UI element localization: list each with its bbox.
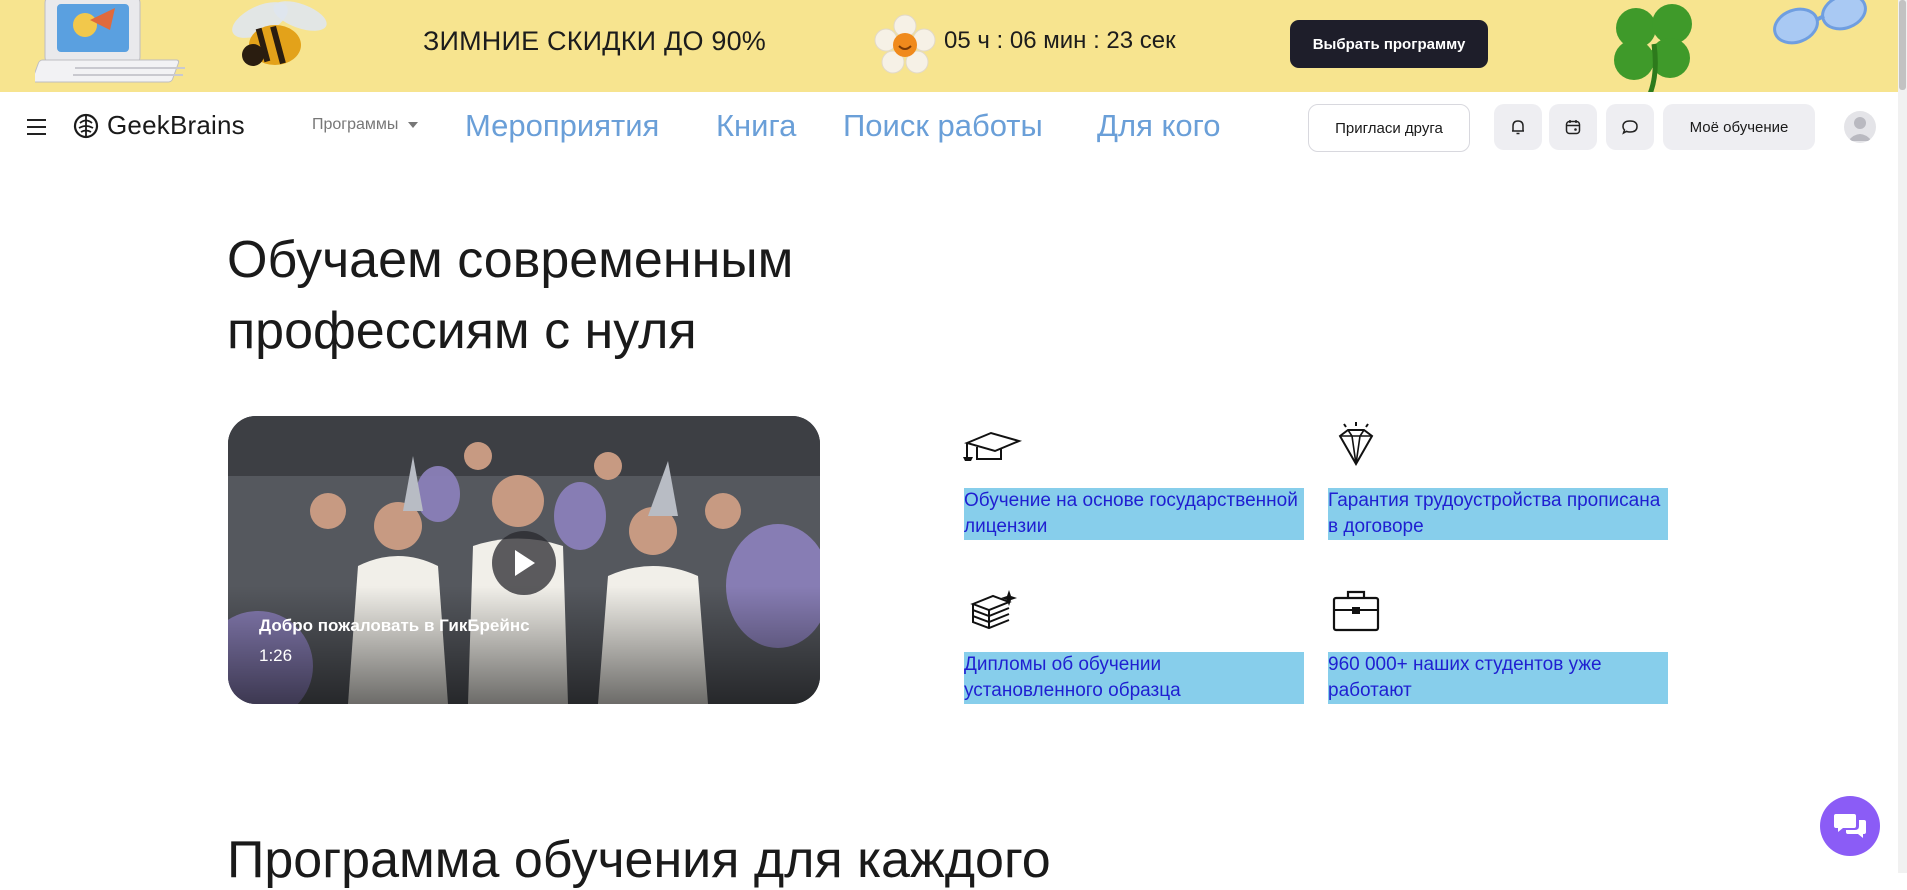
choose-program-button[interactable]: Выбрать программу xyxy=(1290,20,1488,68)
messages-button[interactable] xyxy=(1606,104,1654,150)
menu-icon[interactable] xyxy=(27,119,46,135)
chat-bubble-icon xyxy=(1622,120,1638,135)
main-nav: GeekBrains Программы Мероприятия Книга П… xyxy=(0,92,1898,162)
user-avatar-icon xyxy=(1848,117,1872,141)
avatar[interactable] xyxy=(1844,111,1876,143)
nav-link-job-search[interactable]: Поиск работы xyxy=(843,108,1043,144)
flower-icon xyxy=(874,14,936,74)
retro-computer-illustration xyxy=(35,0,185,83)
calendar-icon xyxy=(1565,120,1581,135)
nav-link-events[interactable]: Мероприятия xyxy=(465,108,659,144)
diploma-stack-icon xyxy=(970,590,1017,630)
page-title-line-1: Обучаем современным xyxy=(227,231,794,289)
invite-friend-button[interactable]: Пригласи друга xyxy=(1308,104,1470,152)
bee-illustration xyxy=(232,1,327,66)
video-duration: 1:26 xyxy=(259,646,293,665)
welcome-video-card[interactable]: Добро пожаловать в ГикБрейнс 1:26 xyxy=(228,416,820,704)
page-title: Обучаем современным профессиям с нуля xyxy=(227,225,927,367)
scrollbar-thumb[interactable] xyxy=(1899,0,1906,90)
logo[interactable]: GeekBrains xyxy=(73,110,245,141)
promo-countdown: 05 ч : 06 мин : 23 сек xyxy=(944,27,1176,54)
play-button[interactable] xyxy=(492,531,556,595)
diamond-icon xyxy=(1338,422,1374,467)
chevron-down-icon xyxy=(408,122,419,128)
geekbrains-logo-icon xyxy=(73,113,99,138)
promo-headline: ЗИМНИЕ СКИДКИ ДО 90% xyxy=(423,26,767,56)
bell-icon xyxy=(1512,120,1524,135)
clover-illustration xyxy=(1614,4,1692,92)
promo-banner: ЗИМНИЕ СКИДКИ ДО 90% 05 ч : 06 мин : 23 … xyxy=(0,0,1898,92)
feature-graduates-text: 960 000+ наших студентов уже работают xyxy=(1328,652,1668,704)
support-chat-button[interactable] xyxy=(1820,796,1880,856)
chat-bubbles-icon xyxy=(1834,814,1866,838)
nav-link-book[interactable]: Книга xyxy=(716,108,796,144)
graduation-cap-icon xyxy=(963,431,1023,461)
play-icon xyxy=(515,550,535,576)
my-learning-button[interactable]: Моё обучение xyxy=(1663,104,1815,150)
programs-label: Программы xyxy=(312,116,399,133)
calendar-button[interactable] xyxy=(1549,104,1597,150)
feature-employment-text: Гарантия трудоустройства прописана в дог… xyxy=(1328,488,1668,540)
video-caption: Добро пожаловать в ГикБрейнс xyxy=(259,616,530,635)
glasses-illustration xyxy=(1773,0,1867,45)
nav-link-for-whom[interactable]: Для кого xyxy=(1097,108,1221,144)
logo-text: GeekBrains xyxy=(107,110,245,140)
page-title-line-2: профессиям с нуля xyxy=(227,302,697,360)
section-title: Программа обучения для каждого xyxy=(227,831,1051,889)
briefcase-icon xyxy=(1332,590,1380,632)
page-scrollbar[interactable] xyxy=(1898,0,1907,873)
programs-dropdown[interactable]: Программы xyxy=(312,116,419,134)
feature-license-text: Обучение на основе государственной лицен… xyxy=(964,488,1304,540)
notifications-button[interactable] xyxy=(1494,104,1542,150)
feature-diploma-text: Дипломы об обучении установленного образ… xyxy=(964,652,1304,704)
